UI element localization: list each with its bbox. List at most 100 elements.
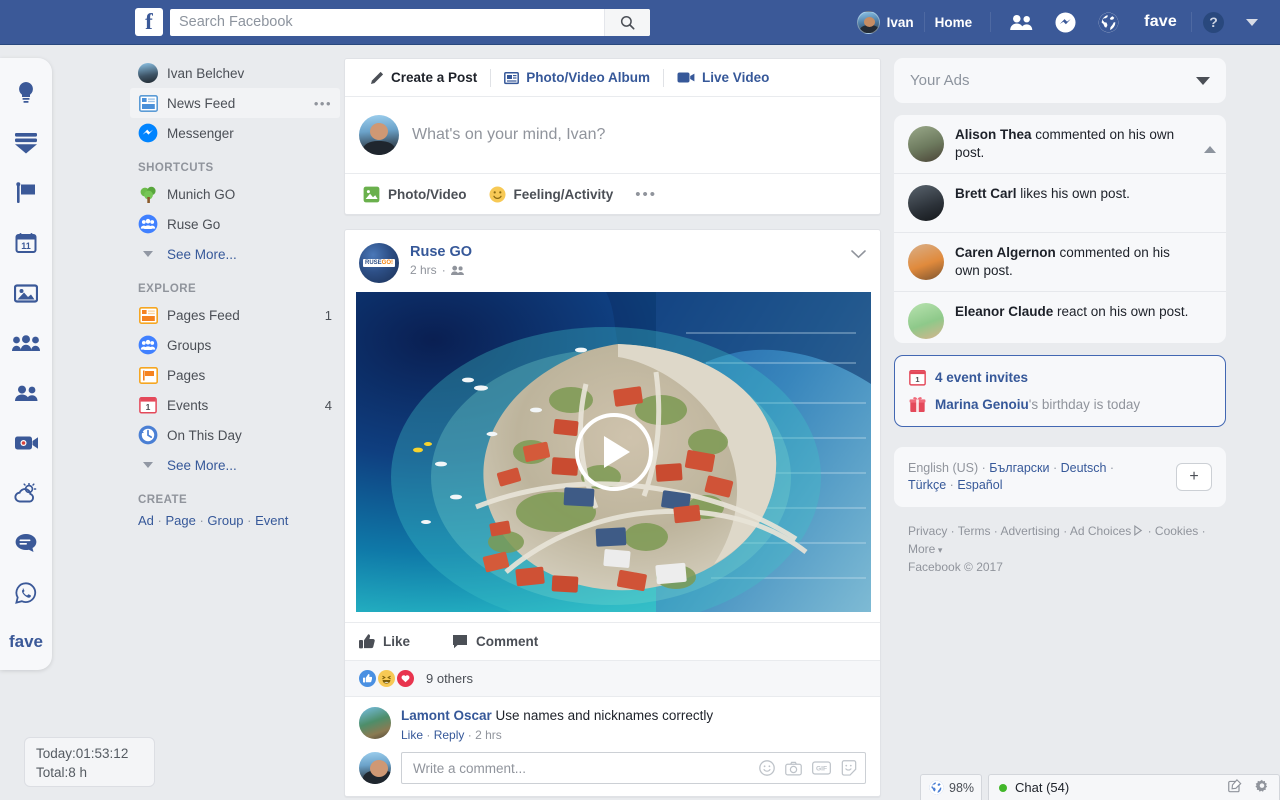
language-link-tr[interactable]: Türkçe <box>908 478 946 492</box>
ticker-actor-name[interactable]: Alison Thea <box>955 127 1032 142</box>
footer-advertising-link[interactable]: Advertising <box>1000 524 1059 538</box>
explore-see-more[interactable]: See More... <box>130 450 340 480</box>
post-video-thumbnail[interactable] <box>356 292 871 612</box>
search-bar[interactable] <box>170 9 650 36</box>
sidebar-item-munich-go[interactable]: Munich GO <box>130 179 340 209</box>
sidebar-item-ruse-go[interactable]: Ruse Go <box>130 209 340 239</box>
feeling-activity-button[interactable]: Feeling/Activity <box>489 186 614 203</box>
sidebar-item-photos[interactable] <box>9 280 43 306</box>
footer-adchoices-link[interactable]: Ad Choices <box>1070 524 1131 538</box>
sidebar-item-news-feed[interactable]: News Feed ••• <box>130 88 340 118</box>
page-avatar[interactable]: RUSEGO! <box>359 243 399 283</box>
sidebar-item-weather[interactable] <box>9 480 43 506</box>
comment-author[interactable]: Lamont Oscar <box>401 708 492 723</box>
friends-audience-icon[interactable] <box>451 265 464 276</box>
sidebar-item-chat[interactable] <box>9 530 43 556</box>
post-page-name[interactable]: Ruse GO <box>410 243 472 261</box>
emoji-icon[interactable] <box>759 760 775 776</box>
footer-privacy-link[interactable]: Privacy <box>908 524 947 538</box>
photo-video-button[interactable]: Photo/Video <box>363 186 467 203</box>
footer-more-link[interactable]: More <box>908 542 935 556</box>
footer-terms-link[interactable]: Terms <box>958 524 991 538</box>
create-ad-link[interactable]: Ad <box>138 513 154 528</box>
ticker-item[interactable]: Alison Thea commented on his own post. <box>894 115 1226 174</box>
messages-button[interactable] <box>1044 12 1087 33</box>
nav-fave-label[interactable]: fave <box>1130 13 1191 31</box>
nav-profile-link[interactable]: Ivan <box>847 11 924 34</box>
nav-home-link[interactable]: Home <box>925 15 983 30</box>
event-invites-row[interactable]: 1 4 event invites <box>909 369 1211 386</box>
ticker-item[interactable]: Caren Algernon commented on his own post… <box>894 233 1226 292</box>
sidebar-item-profile[interactable]: Ivan Belchev <box>130 58 340 88</box>
ticker-text: Eleanor Claude react on his own post. <box>955 303 1202 321</box>
ticker-actor-name[interactable]: Eleanor Claude <box>955 304 1053 319</box>
news-feed-column: Create a Post Photo/Video Album <box>344 58 881 797</box>
ticker-actor-name[interactable]: Brett Carl <box>955 186 1017 201</box>
comment-reply-link[interactable]: Reply <box>434 728 465 742</box>
ticker-collapse-button[interactable] <box>1204 129 1216 147</box>
friend-requests-button[interactable] <box>999 14 1044 31</box>
sidebar-item-pages[interactable]: Pages <box>130 360 340 390</box>
comment-like-link[interactable]: Like <box>401 728 423 742</box>
notifications-button[interactable] <box>1087 12 1130 33</box>
facebook-logo[interactable]: f <box>135 8 163 36</box>
gear-icon[interactable] <box>1255 779 1269 796</box>
birthday-person-name[interactable]: Marina Genoiu <box>935 397 1029 412</box>
svg-text:11: 11 <box>21 241 31 251</box>
help-button[interactable]: ? <box>1192 12 1235 33</box>
add-language-button[interactable]: + <box>1176 463 1212 491</box>
search-button[interactable] <box>604 9 650 36</box>
fave-rail-brand[interactable]: fave <box>9 632 43 652</box>
like-button[interactable]: Like <box>359 634 410 649</box>
sidebar-item-label: Events <box>167 398 208 413</box>
footer-cookies-link[interactable]: Cookies <box>1155 524 1198 538</box>
sidebar-item-messenger[interactable]: Messenger <box>130 118 340 148</box>
camera-icon[interactable] <box>785 761 802 776</box>
sidebar-item-events[interactable]: 1 Events 4 <box>130 390 340 420</box>
ticker-actor-name[interactable]: Caren Algernon <box>955 245 1056 260</box>
ticker-item[interactable]: Brett Carl likes his own post. <box>894 174 1226 233</box>
sidebar-item-groups[interactable]: Groups <box>130 330 340 360</box>
tab-live-video[interactable]: Live Video <box>664 59 782 96</box>
sidebar-item-video[interactable] <box>9 430 43 456</box>
sidebar-item-friends[interactable] <box>9 380 43 406</box>
reaction-count-label[interactable]: 9 others <box>426 671 473 686</box>
action-label: Photo/Video <box>388 187 467 202</box>
language-link-bg[interactable]: Български <box>989 461 1049 475</box>
create-page-link[interactable]: Page <box>165 513 195 528</box>
shortcuts-see-more[interactable]: See More... <box>130 239 340 269</box>
news-feed-options-button[interactable]: ••• <box>314 96 332 111</box>
composer-more-button[interactable]: ••• <box>635 186 657 203</box>
chevron-down-icon[interactable] <box>1196 77 1210 85</box>
birthday-row[interactable]: Marina Genoiu's birthday is today <box>909 396 1211 413</box>
sticker-icon[interactable] <box>841 760 857 776</box>
sidebar-item-on-this-day[interactable]: On This Day <box>130 420 340 450</box>
post-time[interactable]: 2 hrs <box>410 263 437 277</box>
sidebar-item-whatsapp[interactable] <box>9 580 43 606</box>
tab-create-post[interactable]: Create a Post <box>357 59 490 96</box>
composer-input-row[interactable]: What's on your mind, Ivan? <box>345 97 880 173</box>
sidebar-item-pages-feed[interactable]: Pages Feed 1 <box>130 300 340 330</box>
connection-quality-widget[interactable]: 98% <box>920 774 982 800</box>
your-ads-panel[interactable]: Your Ads <box>894 58 1226 103</box>
gif-icon[interactable]: GIF <box>812 761 831 775</box>
sidebar-item-pages[interactable] <box>9 180 43 206</box>
language-link-es[interactable]: Español <box>957 478 1002 492</box>
comment-button[interactable]: Comment <box>452 634 538 649</box>
account-menu-button[interactable] <box>1235 19 1280 26</box>
create-group-link[interactable]: Group <box>207 513 243 528</box>
language-link-de[interactable]: Deutsch <box>1061 461 1107 475</box>
post-options-button[interactable] <box>851 246 866 262</box>
ticker-item[interactable]: Eleanor Claude react on his own post. <box>894 292 1226 343</box>
sidebar-item-ideas[interactable] <box>9 80 43 106</box>
sidebar-item-feed[interactable] <box>9 130 43 156</box>
compose-icon[interactable] <box>1228 779 1242 796</box>
create-event-link[interactable]: Event <box>255 513 288 528</box>
tab-photo-video-album[interactable]: Photo/Video Album <box>491 59 663 96</box>
comment-input-box[interactable]: Write a comment... GIF <box>401 752 866 784</box>
sidebar-item-events[interactable]: 11 <box>9 230 43 256</box>
sidebar-item-groups[interactable] <box>9 330 43 356</box>
search-input[interactable] <box>170 10 604 35</box>
play-button[interactable] <box>575 413 653 491</box>
chat-panel-toggle[interactable]: Chat (54) <box>988 774 1280 800</box>
